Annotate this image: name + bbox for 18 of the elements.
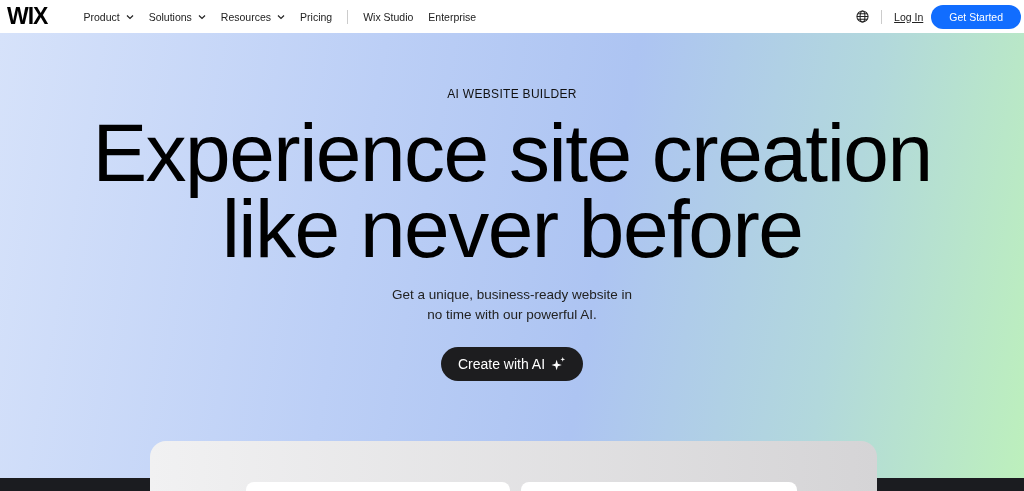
logo[interactable]: WIX [7, 3, 48, 30]
get-started-button[interactable]: Get Started [931, 4, 1021, 29]
nav-label: Solutions [148, 10, 192, 23]
globe-icon[interactable] [856, 10, 870, 23]
nav-label: Resources [220, 10, 272, 23]
nav-link[interactable]: Pricing [300, 10, 333, 23]
nav-menu[interactable]: Product [83, 10, 134, 23]
eyebrow-text: AI WEBSITE BUILDER [447, 87, 577, 101]
nav-link[interactable]: Enterprise [428, 10, 477, 23]
subtitle: Get a unique, business-ready website in no time with our powerful AI. [391, 286, 633, 324]
nav-menu[interactable]: Resources [220, 10, 286, 23]
headline: Experience site creation like never before [92, 115, 932, 267]
sparkle-icon [551, 356, 567, 372]
login-link[interactable]: Log In [894, 10, 924, 23]
create-with-ai-button[interactable]: Create with AI [440, 347, 584, 381]
nav-label: Product [83, 10, 120, 23]
nav-menu[interactable]: Solutions [148, 10, 206, 23]
nav-link[interactable]: Wix Studio [363, 10, 414, 23]
